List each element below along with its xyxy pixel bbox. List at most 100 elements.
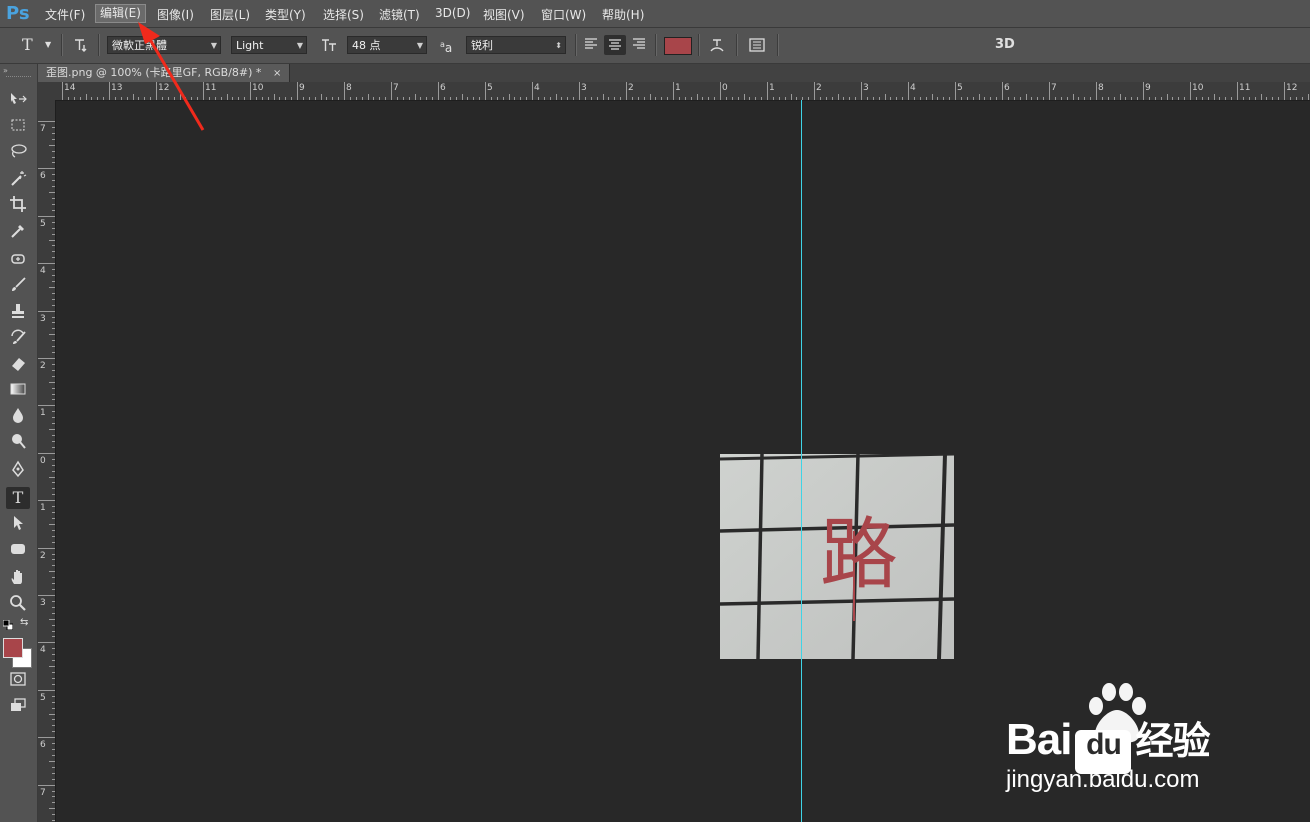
panel-grip[interactable] xyxy=(6,76,31,79)
zoom-tool-icon[interactable] xyxy=(6,594,30,616)
ruler-v-tick xyxy=(38,121,55,122)
ruler-h-tick xyxy=(255,97,257,100)
ruler-h-tick xyxy=(767,82,768,100)
panel-collapse-icon[interactable]: » xyxy=(3,66,8,75)
ruler-h-tick xyxy=(97,97,99,100)
move-tool-icon[interactable] xyxy=(6,91,30,113)
ruler-h-tick xyxy=(1043,97,1045,100)
align-left-icon[interactable] xyxy=(583,36,599,57)
ruler-v-tick xyxy=(38,168,55,170)
ruler-v-tick xyxy=(52,719,55,721)
ruler-v-tick xyxy=(52,778,55,780)
healing-brush-tool-icon[interactable] xyxy=(6,250,30,272)
ruler-v-tick xyxy=(52,796,55,798)
ruler-h-tick xyxy=(1037,97,1039,100)
preset-dropdown-arrow-icon[interactable]: ▼ xyxy=(45,36,51,54)
menu-help[interactable]: 帮助(H) xyxy=(602,6,644,23)
lasso-tool-icon[interactable] xyxy=(6,143,30,165)
screen-mode-icon[interactable] xyxy=(6,697,30,719)
ruler-h-tick xyxy=(449,97,451,100)
rectangle-tool-icon[interactable] xyxy=(6,540,30,562)
ruler-h-label: 7 xyxy=(1051,83,1057,93)
ruler-h-tick xyxy=(1289,97,1291,100)
pen-tool-icon[interactable] xyxy=(6,460,30,482)
foreground-color-swatch[interactable] xyxy=(3,638,23,658)
warp-text-icon[interactable] xyxy=(708,36,726,59)
ruler-h-label: 10 xyxy=(1192,83,1204,93)
ruler-h-tick xyxy=(314,97,316,100)
ruler-v-tick xyxy=(52,600,55,602)
ruler-v-label: 2 xyxy=(40,550,46,561)
ruler-h-tick xyxy=(690,97,692,100)
default-colors-icon[interactable] xyxy=(2,619,14,631)
menu-window[interactable]: 窗口(W) xyxy=(541,6,586,23)
menu-view[interactable]: 视图(V) xyxy=(483,6,525,23)
ruler-v-tick xyxy=(52,512,55,514)
ruler-v-tick xyxy=(38,689,55,691)
ruler-v-tick xyxy=(52,292,55,294)
canvas-image[interactable]: 路 xyxy=(720,454,954,659)
ruler-h-label: 3 xyxy=(581,83,587,93)
ruler-h-tick xyxy=(1113,97,1115,100)
ruler-h-tick xyxy=(332,97,334,100)
type-tool-icon[interactable]: T xyxy=(6,487,30,509)
vertical-guide-line[interactable] xyxy=(801,100,802,822)
chevron-down-icon: ▼ xyxy=(296,41,303,50)
marquee-tool-icon[interactable] xyxy=(6,117,30,139)
ruler-h-tick xyxy=(837,94,839,100)
clone-stamp-tool-icon[interactable] xyxy=(6,302,30,324)
ruler-h-tick xyxy=(1172,97,1174,100)
align-right-icon[interactable] xyxy=(631,36,647,57)
ruler-h-tick xyxy=(226,94,228,100)
vertical-ruler[interactable]: 7 6 5 4 3 2 1 0 1 2 3 4 5 6 7 xyxy=(38,100,56,822)
antialias-select[interactable]: 锐利 ⬍ xyxy=(466,36,566,54)
magic-wand-tool-icon[interactable] xyxy=(6,169,30,191)
ruler-v-tick xyxy=(38,358,55,359)
gradient-tool-icon[interactable] xyxy=(6,380,30,402)
ruler-h-tick xyxy=(561,97,563,100)
ruler-h-tick xyxy=(1107,97,1109,100)
type-tool-preset-icon[interactable]: T xyxy=(22,36,33,54)
ruler-v-tick xyxy=(52,227,55,229)
ruler-v-tick xyxy=(38,310,55,312)
eyedropper-tool-icon[interactable] xyxy=(6,222,30,244)
ruler-v-tick xyxy=(52,488,55,490)
text-color-swatch[interactable] xyxy=(664,37,692,55)
toggle-text-orientation-icon[interactable] xyxy=(72,36,90,59)
3d-mode-button[interactable]: 3D xyxy=(995,36,1015,54)
ruler-h-tick xyxy=(355,97,357,100)
menu-type[interactable]: 类型(Y) xyxy=(265,6,306,23)
blur-tool-icon[interactable] xyxy=(6,406,30,428)
menu-select[interactable]: 选择(S) xyxy=(323,6,364,23)
text-layer-character[interactable]: 路 xyxy=(820,516,898,594)
close-tab-icon[interactable]: × xyxy=(273,68,281,79)
ruler-h-tick xyxy=(1049,82,1050,100)
horizontal-ruler[interactable]: 14 13 12 11 10 9 8 7 6 5 4 3 2 1 0 1 2 3 4 5 6 7 8 9 10 11 12 xyxy=(56,82,1310,101)
ruler-h-tick xyxy=(220,97,222,100)
align-center-icon[interactable] xyxy=(604,35,626,55)
ruler-h-tick xyxy=(814,82,815,100)
font-style-select[interactable]: Light ▼ xyxy=(231,36,307,54)
hand-tool-icon[interactable] xyxy=(6,568,30,590)
ruler-h-tick xyxy=(420,97,422,100)
menu-filter[interactable]: 滤镜(T) xyxy=(379,6,420,23)
ruler-v-label: 7 xyxy=(40,787,46,798)
history-brush-tool-icon[interactable] xyxy=(6,328,30,350)
brush-tool-icon[interactable] xyxy=(6,276,30,298)
ruler-h-tick xyxy=(1060,97,1062,100)
photoshop-logo: Ps xyxy=(6,3,30,24)
font-size-select[interactable]: 48 点 ▼ xyxy=(347,36,427,54)
crop-tool-icon[interactable] xyxy=(6,195,30,217)
ruler-h-tick xyxy=(896,97,898,100)
dodge-tool-icon[interactable] xyxy=(6,432,30,454)
swap-colors-icon[interactable]: ⇆ xyxy=(20,617,28,628)
menu-file[interactable]: 文件(F) xyxy=(45,6,85,23)
path-selection-tool-icon[interactable] xyxy=(6,514,30,536)
eraser-tool-icon[interactable] xyxy=(6,354,30,376)
menu-3d[interactable]: 3D(D) xyxy=(435,6,470,20)
quick-mask-icon[interactable] xyxy=(6,671,30,693)
ruler-h-tick xyxy=(1254,97,1256,100)
ruler-origin-corner[interactable] xyxy=(38,82,57,101)
character-panel-icon[interactable] xyxy=(748,36,766,59)
ruler-h-tick xyxy=(302,97,304,100)
